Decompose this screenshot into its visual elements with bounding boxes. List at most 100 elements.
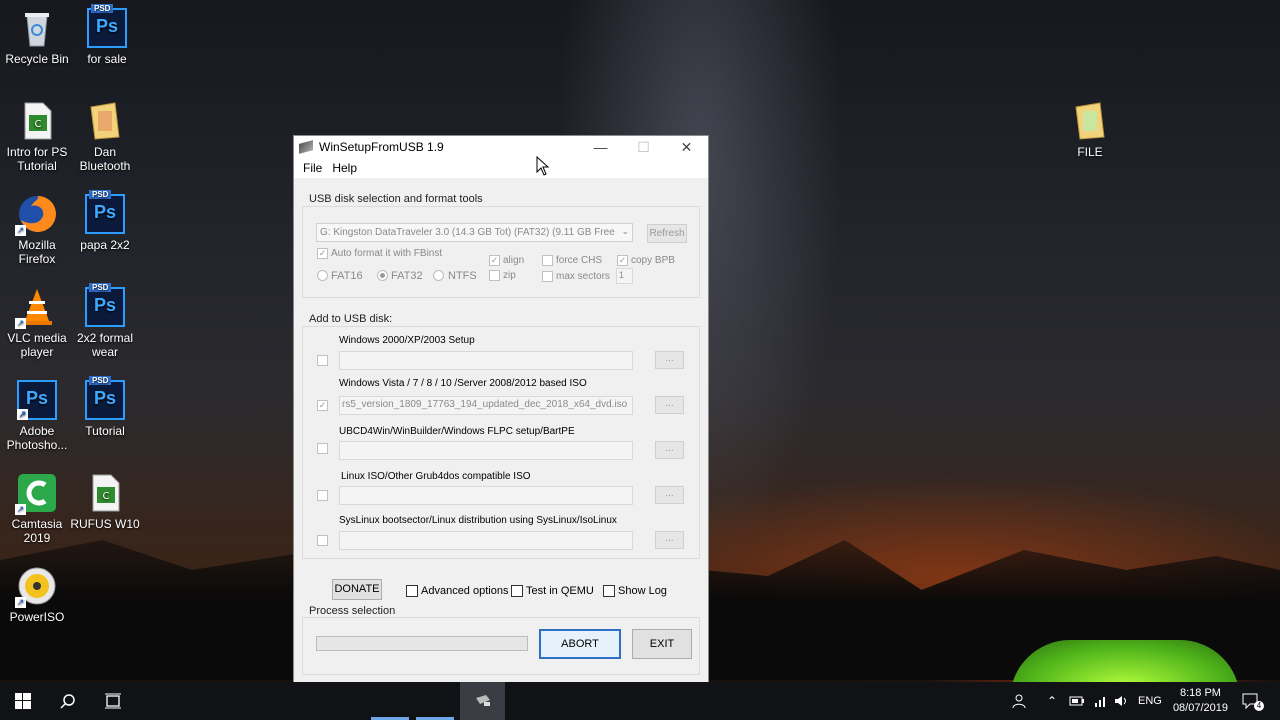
syslinux-checkbox[interactable] <box>317 535 328 546</box>
psd-file-icon: PSD Ps <box>85 376 125 420</box>
desktop-icon-dan-bluetooth[interactable]: Dan Bluetooth <box>68 101 142 173</box>
notification-count: 4 <box>1254 701 1264 711</box>
taskbar-winsetupfromusb[interactable] <box>460 682 505 720</box>
fat32-radio[interactable] <box>377 270 388 281</box>
donate-button[interactable]: DONATE <box>332 579 382 600</box>
battery-icon[interactable] <box>1069 682 1085 720</box>
svg-text:C: C <box>103 491 110 502</box>
copy-bpb-label: copy BPB <box>631 255 675 266</box>
auto-format-label: Auto format it with FBinst <box>331 248 443 259</box>
psd-file-icon: PSD Ps <box>85 190 125 234</box>
windows-logo-icon <box>14 693 31 709</box>
vlc-icon: ↗ <box>15 287 57 329</box>
desktop-icon-vlc-media-player[interactable]: ↗ VLC media player <box>0 287 74 359</box>
desktop-icon-label: Tutorial <box>85 424 125 438</box>
desktop-icon-label: RUFUS W10 <box>70 517 140 531</box>
add-to-usb-group-label: Add to USB disk: <box>309 313 395 325</box>
desktop-icon-poweriso[interactable]: ↗ PowerISO <box>0 566 74 624</box>
desktop-icon-recycle-bin[interactable]: Recycle Bin <box>0 8 74 66</box>
language-indicator[interactable]: ENG <box>1138 682 1162 720</box>
menu-file[interactable]: File <box>298 161 327 175</box>
max-sectors-input[interactable]: 1 <box>616 268 633 284</box>
desktop-icon-mozilla-firefox[interactable]: ↗ Mozilla Firefox <box>0 194 74 266</box>
camtasia-icon: ↗ <box>15 473 57 515</box>
task-view-button[interactable] <box>90 682 135 720</box>
refresh-button[interactable]: Refresh <box>647 224 687 243</box>
advanced-options-label: Advanced options <box>421 585 509 597</box>
desktop-icon-papa-2x2[interactable]: PSD Ps papa 2x2 <box>68 190 142 252</box>
firefox-icon: ↗ <box>15 194 57 236</box>
ubcd4win-checkbox[interactable] <box>317 443 328 454</box>
menubar: File Help <box>294 158 708 178</box>
max-sectors-checkbox[interactable] <box>542 271 553 282</box>
desktop-icon-2x2-formal-wear[interactable]: PSD Ps 2x2 formal wear <box>68 283 142 359</box>
shortcut-arrow-icon: ↗ <box>15 597 26 608</box>
shortcut-arrow-icon: ↗ <box>17 409 28 420</box>
desktop-icon-intro-for-ps-tutorial[interactable]: C Intro for PS Tutorial <box>0 101 74 173</box>
max-sectors-label: max sectors <box>556 271 610 282</box>
test-in-qemu-label: Test in QEMU <box>526 585 594 597</box>
progress-bar <box>316 636 528 651</box>
network-icon[interactable] <box>1093 682 1109 720</box>
chevron-up-icon[interactable]: ⌃ <box>1047 682 1057 720</box>
desktop-icon-adobe-photoshop[interactable]: Ps ↗ Adobe Photosho... <box>0 380 74 452</box>
search-icon <box>59 694 75 709</box>
people-icon[interactable] <box>1012 682 1028 720</box>
ubcd4win-label: UBCD4Win/WinBuilder/Windows FLPC setup/B… <box>339 426 575 437</box>
start-button[interactable] <box>0 682 45 720</box>
win-vista-iso-browse-button[interactable]: ... <box>655 396 684 414</box>
usb-disk-select[interactable]: G: Kingston DataTraveler 3.0 (14.3 GB To… <box>316 223 633 242</box>
ubcd4win-path[interactable] <box>339 441 633 460</box>
svg-text:C: C <box>35 119 42 130</box>
copy-bpb-checkbox[interactable]: ✓ <box>617 255 628 266</box>
winxp-setup-browse-button[interactable]: ... <box>655 351 684 369</box>
test-in-qemu-checkbox[interactable] <box>511 585 523 597</box>
window-titlebar[interactable]: WinSetupFromUSB 1.9 — ☐ ✕ <box>294 136 708 158</box>
psd-file-icon: PSD Ps <box>87 4 127 48</box>
advanced-options-checkbox[interactable] <box>406 585 418 597</box>
search-button[interactable] <box>45 682 90 720</box>
desktop-icon-camtasia-2019[interactable]: ↗ Camtasia 2019 <box>0 473 74 545</box>
winxp-setup-checkbox[interactable] <box>317 355 328 366</box>
close-button[interactable]: ✕ <box>665 139 708 156</box>
fat16-label: FAT16 <box>331 270 363 282</box>
winsetupfromusb-icon <box>475 695 490 706</box>
abort-button[interactable]: ABORT <box>539 629 621 659</box>
win-vista-iso-checkbox[interactable]: ✓ <box>317 400 328 411</box>
win-vista-iso-path[interactable]: rs5_version_1809_17763_194_updated_dec_2… <box>339 396 633 415</box>
show-log-checkbox[interactable] <box>603 585 615 597</box>
ntfs-radio[interactable] <box>433 270 444 281</box>
menu-help[interactable]: Help <box>327 161 362 175</box>
desktop-icon-for-sale[interactable]: PSD Ps for sale <box>70 4 144 66</box>
desktop-icon-label: Recycle Bin <box>5 52 69 66</box>
auto-format-checkbox[interactable]: ✓ <box>317 248 328 259</box>
linux-iso-path[interactable] <box>339 486 633 505</box>
syslinux-browse-button[interactable]: ... <box>655 531 684 549</box>
recycle-bin-icon <box>17 8 57 48</box>
usb-disk-group-label: USB disk selection and format tools <box>309 193 485 205</box>
linux-iso-browse-button[interactable]: ... <box>655 486 684 504</box>
chevron-down-icon: ⌄ <box>621 226 629 236</box>
desktop-icon-label: Mozilla Firefox <box>18 238 56 266</box>
clock[interactable]: 8:18 PM 08/07/2019 <box>1173 686 1228 716</box>
maximize-button[interactable]: ☐ <box>622 139 665 156</box>
ubcd4win-browse-button[interactable]: ... <box>655 441 684 459</box>
zip-checkbox[interactable] <box>489 270 500 281</box>
linux-iso-checkbox[interactable] <box>317 490 328 501</box>
win-vista-iso-label: Windows Vista / 7 / 8 / 10 /Server 2008/… <box>339 378 587 389</box>
desktop-icon-rufus-w10[interactable]: C RUFUS W10 <box>68 473 142 531</box>
camtasia-project-icon: C <box>85 473 125 513</box>
exit-button[interactable]: EXIT <box>632 629 692 659</box>
desktop-icon-file[interactable]: FILE <box>1053 101 1127 159</box>
winxp-setup-path[interactable] <box>339 351 633 370</box>
desktop-icon-tutorial[interactable]: PSD Ps Tutorial <box>68 376 142 438</box>
syslinux-path[interactable] <box>339 531 633 550</box>
action-center-icon[interactable]: 4 <box>1242 682 1270 720</box>
minimize-button[interactable]: — <box>579 139 622 155</box>
process-selection-label: Process selection <box>309 605 398 617</box>
force-chs-checkbox[interactable] <box>542 255 553 266</box>
fat16-radio[interactable] <box>317 270 328 281</box>
volume-icon[interactable] <box>1113 682 1129 720</box>
align-checkbox[interactable]: ✓ <box>489 255 500 266</box>
desktop-icon-label: PowerISO <box>9 610 65 624</box>
